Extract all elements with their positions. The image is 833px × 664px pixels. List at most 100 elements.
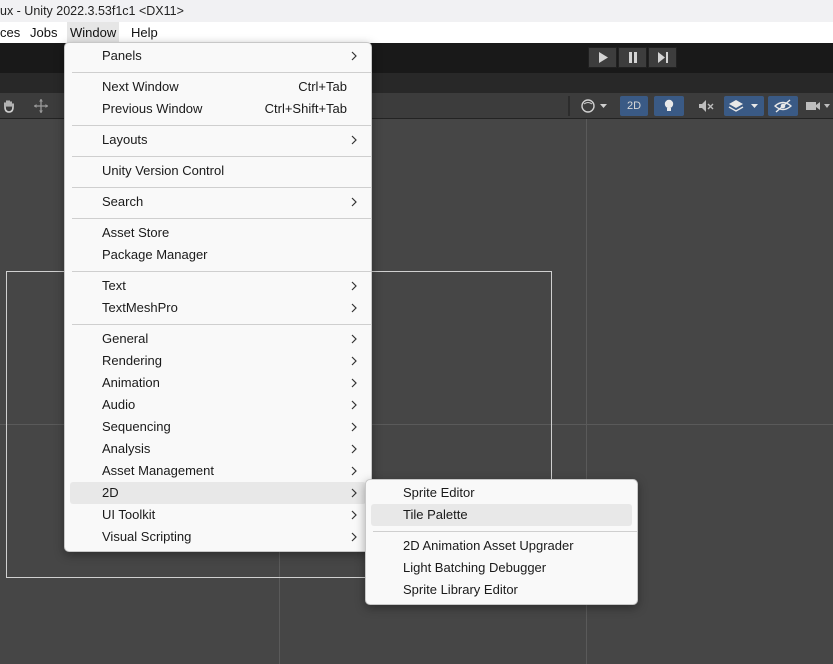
- menu-help[interactable]: Help: [128, 22, 161, 43]
- menu-item-package-manager[interactable]: Package Manager: [70, 244, 366, 266]
- menu-item-next-window[interactable]: Next Window Ctrl+Tab: [70, 76, 366, 98]
- menu-item-2d[interactable]: 2D: [70, 482, 366, 504]
- chevron-right-icon: [349, 394, 359, 416]
- menu-item-label: 2D Animation Asset Upgrader: [403, 538, 574, 553]
- menu-services[interactable]: ces: [0, 22, 23, 43]
- menu-item-unity-version-control[interactable]: Unity Version Control: [70, 160, 366, 182]
- chevron-right-icon: [349, 275, 359, 297]
- sphere-icon: [581, 99, 607, 113]
- step-button[interactable]: [648, 47, 677, 68]
- menu-window[interactable]: Window: [67, 22, 120, 43]
- menu-item-label: Tile Palette: [403, 507, 468, 522]
- menu-separator: [72, 271, 371, 272]
- menu-item-shortcut: Ctrl+Tab: [298, 79, 347, 94]
- chevron-right-icon: [349, 129, 359, 151]
- menu-item-general[interactable]: General: [70, 328, 366, 350]
- menu-item-previous-window[interactable]: Previous Window Ctrl+Shift+Tab: [70, 98, 366, 120]
- menu-item-asset-store[interactable]: Asset Store: [70, 222, 366, 244]
- menu-item-label: Analysis: [102, 441, 151, 456]
- menu-item-label: Panels: [102, 48, 142, 63]
- window-menu-dropdown: Panels Next Window Ctrl+Tab Previous Win…: [64, 42, 372, 552]
- pause-icon: [628, 52, 637, 63]
- menu-item-analysis[interactable]: Analysis: [70, 438, 366, 460]
- menu-item-sprite-library-editor[interactable]: Sprite Library Editor: [371, 579, 632, 601]
- play-button[interactable]: [588, 47, 617, 68]
- menu-item-light-batching-debugger[interactable]: Light Batching Debugger: [371, 557, 632, 579]
- chevron-right-icon: [349, 328, 359, 350]
- menu-item-textmeshpro[interactable]: TextMeshPro: [70, 297, 366, 319]
- menu-separator: [72, 125, 371, 126]
- camera-dropdown[interactable]: [802, 96, 833, 116]
- step-icon: [657, 52, 668, 63]
- menu-separator: [72, 187, 371, 188]
- menu-item-label: Layouts: [102, 132, 148, 147]
- chevron-right-icon: [349, 438, 359, 460]
- menu-separator: [72, 72, 371, 73]
- hand-icon: [4, 100, 14, 113]
- menu-item-audio[interactable]: Audio: [70, 394, 366, 416]
- menu-item-visual-scripting[interactable]: Visual Scripting: [70, 526, 366, 548]
- menu-item-label: Text: [102, 278, 126, 293]
- menu-item-label: Asset Management: [102, 463, 215, 478]
- layers-icon: [728, 100, 758, 112]
- window-titlebar: ux - Unity 2022.3.53f1c1 <DX11>: [0, 0, 833, 22]
- menu-item-label: Light Batching Debugger: [403, 560, 547, 575]
- camera-icon: [805, 102, 830, 110]
- menu-item-layouts[interactable]: Layouts: [70, 129, 366, 151]
- menu-item-label: Visual Scripting: [102, 529, 192, 544]
- menu-item-tile-palette[interactable]: Tile Palette: [371, 504, 632, 526]
- menu-item-panels[interactable]: Panels: [70, 45, 366, 67]
- menu-item-label: Unity Version Control: [102, 163, 225, 178]
- submenu-2d-dropdown: Sprite Editor Tile Palette 2D Animation …: [365, 479, 638, 605]
- window-title: ux - Unity 2022.3.53f1c1 <DX11>: [0, 4, 184, 18]
- menu-item-search[interactable]: Search: [70, 191, 366, 213]
- menu-item-asset-management[interactable]: Asset Management: [70, 460, 366, 482]
- menu-item-text[interactable]: Text: [70, 275, 366, 297]
- lightbulb-icon: [664, 99, 674, 111]
- chevron-right-icon: [349, 297, 359, 319]
- hand-tool-button[interactable]: [0, 96, 18, 116]
- audio-muted-icon: [699, 100, 714, 112]
- menu-separator: [72, 156, 371, 157]
- move-tool-button[interactable]: [30, 96, 52, 116]
- menu-item-label: Rendering: [102, 353, 162, 368]
- chevron-right-icon: [349, 460, 359, 482]
- menu-item-2d-animation-asset-upgrader[interactable]: 2D Animation Asset Upgrader: [371, 535, 632, 557]
- menu-item-shortcut: Ctrl+Shift+Tab: [264, 101, 347, 116]
- chevron-right-icon: [349, 191, 359, 213]
- menu-item-animation[interactable]: Animation: [70, 372, 366, 394]
- toggle-2d-button[interactable]: 2D: [620, 96, 648, 116]
- play-icon: [598, 52, 608, 63]
- menu-separator: [373, 531, 637, 532]
- chevron-right-icon: [349, 45, 359, 67]
- toolbar-separator: [568, 96, 570, 116]
- menu-item-label: Package Manager: [102, 247, 208, 262]
- menu-separator: [72, 324, 371, 325]
- effects-dropdown[interactable]: [724, 96, 764, 116]
- menu-item-label: Asset Store: [102, 225, 170, 240]
- playmode-controls: [588, 47, 678, 68]
- menu-item-rendering[interactable]: Rendering: [70, 350, 366, 372]
- chevron-right-icon: [349, 482, 359, 504]
- menu-item-sprite-editor[interactable]: Sprite Editor: [371, 482, 632, 504]
- menu-item-ui-toolkit[interactable]: UI Toolkit: [70, 504, 366, 526]
- menu-item-label: TextMeshPro: [102, 300, 178, 315]
- menu-item-label: 2D: [102, 485, 119, 500]
- chevron-right-icon: [349, 526, 359, 548]
- audio-toggle-button[interactable]: [692, 96, 720, 116]
- lighting-toggle-button[interactable]: [654, 96, 684, 116]
- menu-item-label: Search: [102, 194, 144, 209]
- chevron-right-icon: [349, 504, 359, 526]
- menu-item-label: Previous Window: [102, 101, 203, 116]
- menu-item-label: Next Window: [102, 79, 179, 94]
- menu-item-sequencing[interactable]: Sequencing: [70, 416, 366, 438]
- menu-jobs[interactable]: Jobs: [27, 22, 60, 43]
- shading-mode-dropdown[interactable]: [578, 96, 612, 116]
- chevron-right-icon: [349, 372, 359, 394]
- scene-visibility-toggle[interactable]: [768, 96, 798, 116]
- move-icon: [34, 99, 48, 113]
- eye-hidden-icon: [774, 99, 792, 113]
- chevron-right-icon: [349, 416, 359, 438]
- pause-button[interactable]: [618, 47, 647, 68]
- menu-separator: [72, 218, 371, 219]
